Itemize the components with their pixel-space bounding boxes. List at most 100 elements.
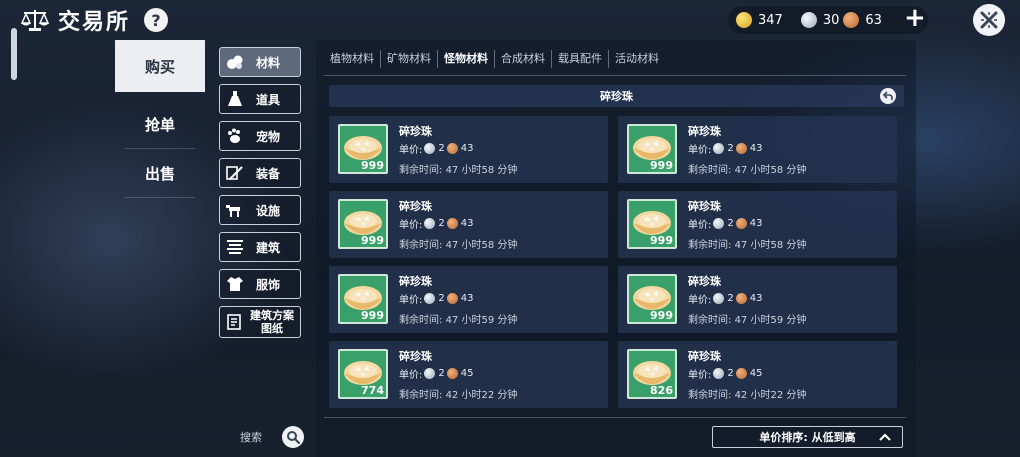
listing-card[interactable]: 999 碎珍珠 单价: 2 43 剩余时间: 47 小时58 分钟 bbox=[618, 191, 897, 258]
back-button[interactable] bbox=[880, 88, 896, 104]
search-button[interactable] bbox=[282, 426, 304, 448]
listing-name: 碎珍珠 bbox=[399, 350, 432, 363]
tab-sell[interactable]: 出售 bbox=[115, 149, 205, 197]
price-silver: 2 bbox=[727, 218, 734, 229]
item-thumbnail: 999 bbox=[338, 199, 388, 249]
time-value: 47 小时58 分钟 bbox=[734, 240, 807, 251]
item-header: 碎珍珠 bbox=[329, 85, 904, 107]
price-copper: 45 bbox=[749, 368, 763, 379]
potion-icon bbox=[228, 91, 242, 106]
price-silver: 2 bbox=[727, 368, 734, 379]
close-button[interactable] bbox=[973, 4, 1005, 36]
copper-coin-icon bbox=[446, 293, 458, 304]
listing-price: 单价: 2 43 bbox=[688, 141, 762, 156]
time-value: 47 小时58 分钟 bbox=[445, 240, 518, 251]
silver-coin-icon bbox=[424, 143, 436, 154]
listing-name: 碎珍珠 bbox=[399, 125, 432, 138]
category-buildings[interactable]: 建筑 bbox=[219, 232, 301, 262]
page-title: 交易所 bbox=[58, 10, 131, 35]
listing-time-remaining: 剩余时间: 47 小时58 分钟 bbox=[688, 236, 806, 251]
search-icon bbox=[287, 431, 300, 444]
bottom-divider-line bbox=[324, 417, 906, 418]
copper-coin-icon bbox=[446, 218, 458, 229]
listing-name: 碎珍珠 bbox=[688, 275, 721, 288]
category-clothing[interactable]: 服饰 bbox=[219, 269, 301, 299]
category-list: 材料 道具 宠物 装备 设施 建筑 服饰 建筑方案 图纸 bbox=[219, 47, 303, 345]
item-quantity: 999 bbox=[361, 234, 384, 247]
time-value: 47 小时58 分钟 bbox=[734, 165, 807, 176]
help-button[interactable]: ? bbox=[144, 8, 169, 32]
silver-coin-icon bbox=[713, 218, 725, 229]
back-arrow-icon bbox=[883, 91, 893, 100]
listing-card[interactable]: 999 碎珍珠 单价: 2 43 剩余时间: 47 小时58 分钟 bbox=[329, 191, 608, 258]
subtab-crafted-materials[interactable]: 合成材料 bbox=[495, 50, 552, 68]
tab-buy[interactable]: 购买 bbox=[115, 40, 205, 92]
time-value: 47 小时59 分钟 bbox=[734, 315, 807, 326]
side-scrollbar[interactable] bbox=[11, 28, 17, 80]
paw-icon bbox=[228, 128, 240, 143]
tab-grab-order[interactable]: 抢单 bbox=[115, 100, 205, 148]
copper-coin-icon bbox=[446, 368, 458, 379]
category-label-line2: 图纸 bbox=[261, 322, 283, 335]
gold-amount: 347 bbox=[758, 12, 783, 28]
add-currency-button[interactable]: + bbox=[904, 5, 926, 31]
copper-coin-icon bbox=[735, 218, 747, 229]
listing-price: 单价: 2 43 bbox=[399, 141, 473, 156]
materials-icon bbox=[227, 55, 243, 69]
listing-card[interactable]: 774 碎珍珠 单价: 2 45 剩余时间: 42 小时22 分钟 bbox=[329, 341, 608, 408]
item-quantity: 999 bbox=[361, 159, 384, 172]
category-label: 装备 bbox=[256, 166, 281, 181]
listing-time-remaining: 剩余时间: 47 小时58 分钟 bbox=[399, 236, 517, 251]
category-equipment[interactable]: 装备 bbox=[219, 158, 301, 188]
listing-card[interactable]: 999 碎珍珠 单价: 2 43 剩余时间: 47 小时59 分钟 bbox=[329, 266, 608, 333]
building-icon bbox=[227, 240, 243, 254]
time-value: 42 小时22 分钟 bbox=[445, 390, 518, 401]
price-copper: 43 bbox=[749, 143, 763, 154]
listing-name: 碎珍珠 bbox=[688, 350, 721, 363]
price-copper: 43 bbox=[460, 218, 474, 229]
category-label-stack: 建筑方案 图纸 bbox=[250, 309, 294, 335]
listing-price: 单价: 2 43 bbox=[399, 216, 473, 231]
category-blueprints[interactable]: 建筑方案 图纸 bbox=[219, 306, 301, 338]
price-silver: 2 bbox=[727, 293, 734, 304]
silver-coin-icon bbox=[713, 368, 725, 379]
listing-price: 单价: 2 43 bbox=[688, 291, 762, 306]
listing-time-remaining: 剩余时间: 47 小时58 分钟 bbox=[688, 161, 806, 176]
price-copper: 43 bbox=[460, 293, 474, 304]
search-label: 搜索 bbox=[240, 431, 262, 444]
subtab-event-materials[interactable]: 活动材料 bbox=[609, 50, 665, 68]
blueprint-icon bbox=[227, 314, 241, 330]
listing-time-remaining: 剩余时间: 47 小时58 分钟 bbox=[399, 161, 517, 176]
price-label: 单价: bbox=[399, 220, 423, 231]
listing-price: 单价: 2 43 bbox=[399, 291, 473, 306]
price-copper: 43 bbox=[460, 143, 474, 154]
copper-amount: 63 bbox=[865, 12, 882, 28]
category-label: 宠物 bbox=[256, 129, 281, 144]
category-label: 建筑方案 bbox=[250, 309, 294, 322]
item-quantity: 774 bbox=[361, 384, 384, 397]
category-facilities[interactable]: 设施 bbox=[219, 195, 301, 225]
subtab-mineral-materials[interactable]: 矿物材料 bbox=[381, 50, 438, 68]
sort-dropdown[interactable]: 单价排序: 从低到高 bbox=[712, 426, 903, 448]
listing-card[interactable]: 999 碎珍珠 单价: 2 43 剩余时间: 47 小时59 分钟 bbox=[618, 266, 897, 333]
subtab-vehicle-parts[interactable]: 载具配件 bbox=[552, 50, 609, 68]
category-pets[interactable]: 宠物 bbox=[219, 121, 301, 151]
subtab-monster-materials[interactable]: 怪物材料 bbox=[438, 50, 495, 68]
category-items[interactable]: 道具 bbox=[219, 84, 301, 114]
listing-name: 碎珍珠 bbox=[688, 125, 721, 138]
silver-amount: 30 bbox=[822, 12, 840, 28]
category-materials[interactable]: 材料 bbox=[219, 47, 301, 77]
price-silver: 2 bbox=[438, 218, 445, 229]
listing-card[interactable]: 999 碎珍珠 单价: 2 43 剩余时间: 47 小时58 分钟 bbox=[329, 116, 608, 183]
listing-card[interactable]: 999 碎珍珠 单价: 2 43 剩余时间: 47 小时58 分钟 bbox=[618, 116, 897, 183]
tab-divider-line bbox=[324, 75, 906, 76]
listing-card[interactable]: 826 碎珍珠 单价: 2 45 剩余时间: 42 小时22 分钟 bbox=[618, 341, 897, 408]
time-label: 剩余时间: bbox=[399, 240, 443, 251]
price-label: 单价: bbox=[688, 295, 712, 306]
category-label: 设施 bbox=[256, 203, 281, 218]
silver-coin-icon bbox=[800, 12, 817, 28]
subtab-plant-materials[interactable]: 植物材料 bbox=[316, 50, 381, 68]
copper-coin-icon bbox=[735, 368, 747, 379]
listing-name: 碎珍珠 bbox=[688, 200, 721, 213]
silver-coin-icon bbox=[424, 368, 436, 379]
